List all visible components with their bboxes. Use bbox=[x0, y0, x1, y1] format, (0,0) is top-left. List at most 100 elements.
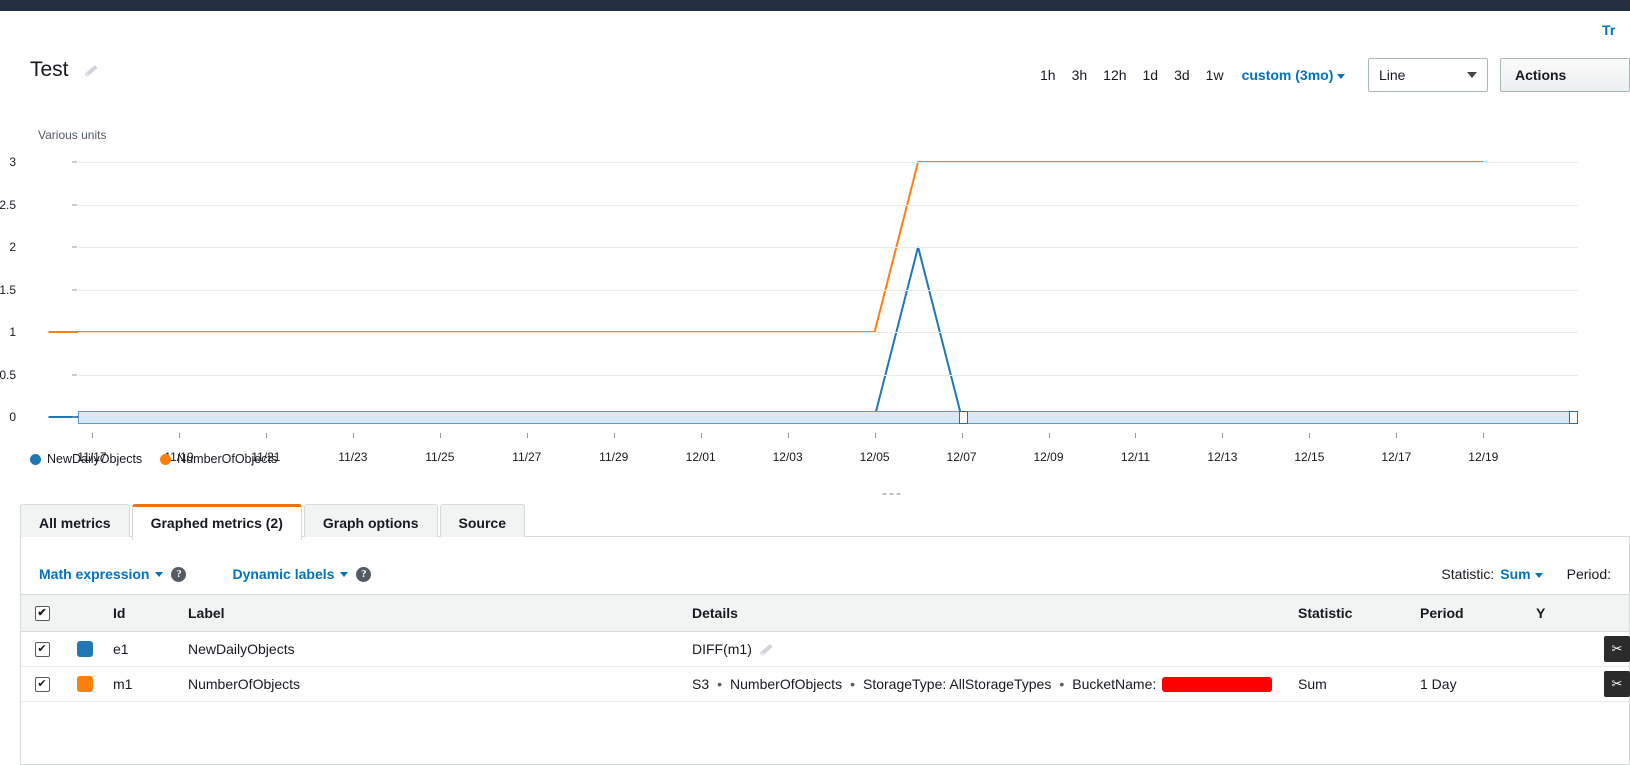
row-details-namespace: S3 bbox=[692, 676, 710, 692]
select-all-checkbox[interactable] bbox=[34, 605, 50, 621]
x-axis-tick-mark bbox=[439, 433, 441, 438]
y-axis-tick-mark bbox=[72, 331, 77, 333]
x-axis-tick-mark bbox=[1135, 433, 1137, 438]
tab-graphed-metrics[interactable]: Graphed metrics (2) bbox=[131, 504, 302, 540]
tab-source[interactable]: Source bbox=[439, 504, 525, 540]
x-axis-tick-label: 12/19 bbox=[1468, 450, 1499, 464]
graphed-metrics-table: Id Label Details Statistic Period Y e1 N… bbox=[21, 594, 1630, 702]
range-scrollbar-fill bbox=[79, 412, 1577, 423]
x-axis-tick-label: 11/29 bbox=[599, 450, 629, 464]
range-1d[interactable]: 1d bbox=[1135, 67, 1167, 83]
dynamic-labels-help-icon[interactable]: ? bbox=[356, 566, 372, 582]
range-custom-label: custom (3mo) bbox=[1241, 67, 1334, 83]
row-label[interactable]: NewDailyObjects bbox=[182, 641, 682, 657]
y-axis-tick-label: 0 bbox=[9, 410, 16, 424]
chevron-down-icon bbox=[1337, 73, 1346, 79]
edit-title-pencil-icon[interactable] bbox=[83, 63, 98, 78]
metrics-tabs: All metrics Graphed metrics (2) Graph op… bbox=[20, 504, 525, 540]
y-axis-tick-mark bbox=[72, 204, 77, 205]
row-details: S3 • NumberOfObjects • StorageType: AllS… bbox=[682, 676, 1290, 692]
x-axis-tick-label: 12/05 bbox=[859, 450, 890, 464]
range-1h[interactable]: 1h bbox=[1032, 67, 1064, 83]
tab-graph-options[interactable]: Graph options bbox=[303, 504, 438, 540]
chevron-down-icon bbox=[1534, 572, 1543, 578]
x-axis-tick-mark bbox=[92, 433, 93, 438]
series-color-swatch[interactable] bbox=[77, 676, 93, 692]
graph-type-value: Line bbox=[1379, 67, 1406, 83]
x-axis-tick-label: 12/07 bbox=[946, 450, 977, 464]
legend-swatch bbox=[160, 453, 172, 465]
table-row: m1 NumberOfObjects S3 • NumberOfObjects … bbox=[21, 667, 1630, 702]
y-axis-tick-label: 2 bbox=[9, 240, 16, 254]
y-axis-tick-mark bbox=[72, 289, 77, 290]
y-axis-tick-label: 0.5 bbox=[0, 367, 16, 382]
column-header-label: Label bbox=[188, 605, 225, 621]
aws-top-navigation-bar bbox=[0, 0, 1630, 11]
detail-separator: • bbox=[1059, 676, 1065, 692]
range-3d[interactable]: 3d bbox=[1166, 67, 1198, 83]
range-12h[interactable]: 12h bbox=[1095, 67, 1134, 83]
range-3h[interactable]: 3h bbox=[1064, 67, 1096, 83]
row-action-button[interactable]: ✂ bbox=[1604, 671, 1630, 697]
chart-legend: NewDailyObjects NumberOfObjects bbox=[30, 452, 277, 466]
row-action-button[interactable]: ✂ bbox=[1604, 636, 1630, 662]
column-header-period: Period bbox=[1420, 605, 1464, 621]
row-color-cell bbox=[63, 676, 107, 692]
column-header-y: Y bbox=[1536, 605, 1546, 621]
x-axis-tick-mark bbox=[1048, 433, 1050, 438]
tab-label: Graphed metrics (2) bbox=[150, 515, 283, 531]
y-axis-tick-mark bbox=[72, 246, 77, 248]
graph-header: Test 1h 3h 12h 1d 3d 1w custom (3mo) Lin… bbox=[0, 58, 1630, 106]
x-axis-tick-mark bbox=[265, 433, 267, 438]
column-header-id: Id bbox=[113, 605, 126, 621]
row-details-expression: DIFF(m1) bbox=[692, 641, 752, 657]
math-expression-help-icon[interactable]: ? bbox=[171, 566, 187, 582]
edit-expression-pencil-icon[interactable] bbox=[758, 642, 773, 657]
panel-resize-handle[interactable]: --- bbox=[882, 485, 903, 502]
tab-label: Source bbox=[458, 515, 506, 531]
dynamic-labels-label: Dynamic labels bbox=[232, 566, 335, 582]
graphed-metrics-panel: Math expression ? Dynamic labels ? Stati… bbox=[20, 537, 1630, 765]
column-header-statistic: Statistic bbox=[1298, 605, 1353, 621]
range-custom[interactable]: custom (3mo) bbox=[1232, 67, 1352, 83]
row-label[interactable]: NumberOfObjects bbox=[182, 676, 682, 692]
x-axis-tick-mark bbox=[961, 433, 963, 438]
row-checkbox[interactable] bbox=[34, 676, 50, 692]
chart-gridline bbox=[78, 162, 1578, 163]
row-statistic[interactable]: Sum bbox=[1290, 676, 1412, 692]
row-checkbox[interactable] bbox=[34, 641, 50, 657]
statistic-value[interactable]: Sum bbox=[1500, 566, 1543, 582]
range-handle-left[interactable] bbox=[959, 411, 968, 424]
series-color-swatch[interactable] bbox=[77, 641, 93, 657]
row-period[interactable]: 1 Day bbox=[1412, 676, 1530, 692]
legend-item-newdailyobjects[interactable]: NewDailyObjects bbox=[30, 452, 142, 466]
redacted-bucket-name bbox=[1162, 676, 1273, 692]
y-axis-tick-mark bbox=[72, 161, 77, 163]
toolbar-right-controls: Statistic: Sum Period: bbox=[1441, 566, 1611, 582]
y-axis-tick-mark bbox=[72, 374, 77, 375]
chart-gridline bbox=[78, 247, 1578, 248]
chart-gridline bbox=[78, 332, 1578, 333]
dynamic-labels-dropdown[interactable]: Dynamic labels bbox=[232, 566, 349, 582]
range-handle-right[interactable] bbox=[1569, 411, 1578, 424]
y-axis-tick-label: 3 bbox=[9, 155, 16, 169]
actions-button[interactable]: Actions bbox=[1500, 58, 1630, 92]
graph-type-select[interactable]: Line bbox=[1368, 58, 1488, 92]
tab-all-metrics[interactable]: All metrics bbox=[20, 504, 130, 540]
x-axis-tick-label: 12/09 bbox=[1033, 450, 1064, 464]
x-axis-tick-mark bbox=[787, 433, 789, 438]
row-details-metric: NumberOfObjects bbox=[730, 676, 843, 692]
chart-gridline bbox=[78, 289, 1578, 291]
chart-range-scrollbar[interactable] bbox=[78, 411, 1578, 424]
x-axis-tick-mark bbox=[874, 433, 876, 438]
range-1w[interactable]: 1w bbox=[1198, 67, 1232, 83]
math-expression-label: Math expression bbox=[39, 566, 150, 582]
try-link[interactable]: Tr bbox=[1602, 22, 1630, 38]
panel-toolbar: Math expression ? Dynamic labels ? Stati… bbox=[21, 556, 1629, 592]
chart-plot-area: 0 0.5 1 1.5 2 2.5 3 11/17 11/19 11/21 11/23 11/25 11… bbox=[0, 155, 1578, 464]
y-axis-tick-label: 2.5 bbox=[0, 197, 16, 212]
actions-button-label: Actions bbox=[1515, 67, 1567, 83]
legend-item-numberofobjects[interactable]: NumberOfObjects bbox=[160, 452, 277, 466]
x-axis-tick-mark bbox=[178, 433, 180, 438]
math-expression-dropdown[interactable]: Math expression bbox=[39, 566, 164, 582]
